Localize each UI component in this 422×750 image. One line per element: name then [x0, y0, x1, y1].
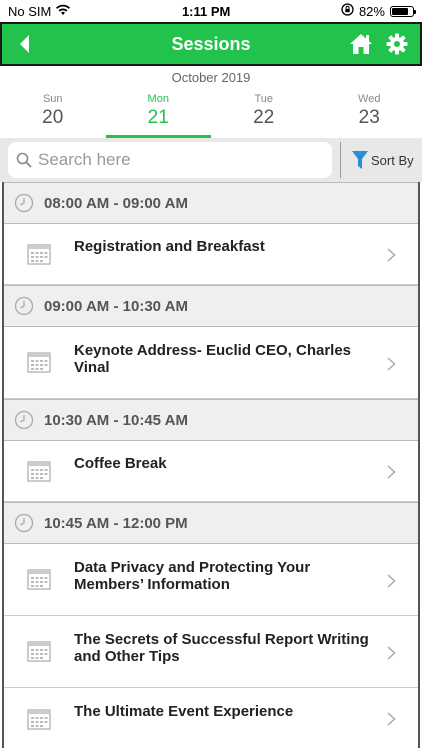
session-title: Keynote Address- Euclid CEO, Charles Vin…	[74, 342, 352, 376]
month-label: October 2019	[171, 70, 251, 85]
day-number: 22	[253, 107, 275, 128]
time-slot-label: 09:00 AM - 10:30 AM	[44, 297, 188, 315]
clock-icon	[14, 513, 34, 533]
calendar-icon	[27, 461, 51, 482]
day-name: Wed	[358, 93, 381, 105]
chevron-right-icon	[387, 248, 396, 262]
day-selector: Sun 20 Mon 21 Tue 22 Wed 23	[0, 90, 422, 138]
session-row[interactable]: Coffee Break	[4, 441, 418, 502]
chevron-right-icon	[387, 465, 396, 479]
calendar-icon-wrap	[4, 351, 74, 373]
clock-icon	[14, 410, 34, 430]
day-number: 20	[42, 107, 64, 128]
session-row[interactable]: The Secrets of Successful Report Writing…	[4, 616, 418, 688]
search-divider	[340, 142, 341, 178]
search-input[interactable]	[38, 150, 318, 170]
sort-by-label: Sort By	[371, 152, 414, 168]
session-title: Registration and Breakfast	[74, 238, 265, 255]
chevron-right-icon	[387, 646, 396, 660]
calendar-icon-wrap	[4, 243, 74, 265]
session-list-frame: 08:00 AM - 09:00 AM Registration and Bre…	[2, 182, 420, 748]
time-slot-header: 08:00 AM - 09:00 AM	[4, 182, 418, 224]
session-title: The Ultimate Event Experience	[74, 703, 294, 720]
battery-icon	[389, 5, 416, 17]
calendar-icon	[27, 244, 51, 265]
time-slot-label: 08:00 AM - 09:00 AM	[44, 194, 188, 212]
day-tue[interactable]: Tue 22	[211, 90, 317, 138]
back-arrow-icon	[20, 35, 29, 53]
filter-icon	[352, 151, 368, 169]
back-button[interactable]	[10, 30, 38, 58]
time-slot-header: 10:45 AM - 12:00 PM	[4, 502, 418, 544]
session-row[interactable]: Data Privacy and Protecting Your Members…	[4, 544, 418, 616]
clock-icon	[14, 193, 34, 213]
calendar-icon-wrap	[4, 460, 74, 482]
calendar-icon	[27, 352, 51, 373]
calendar-icon	[27, 641, 51, 662]
status-right: 82%	[341, 3, 416, 19]
session-title: Coffee Break	[74, 455, 167, 472]
battery-percent: 82%	[358, 3, 385, 19]
calendar-icon	[27, 709, 51, 730]
home-icon	[350, 34, 372, 54]
session-list: 08:00 AM - 09:00 AM Registration and Bre…	[0, 182, 422, 748]
day-sun[interactable]: Sun 20	[0, 90, 106, 138]
session-title: Data Privacy and Protecting Your Members…	[74, 559, 311, 593]
clock-icon	[14, 296, 34, 316]
day-name: Sun	[42, 93, 63, 105]
home-button[interactable]	[346, 30, 376, 58]
page-title: Sessions	[171, 33, 251, 54]
wifi-icon	[55, 4, 71, 19]
settings-button[interactable]	[382, 30, 412, 58]
search-bar: Sort By	[0, 138, 422, 182]
status-left: No SIM	[8, 4, 71, 19]
calendar-icon-wrap	[4, 640, 74, 662]
session-row[interactable]: Keynote Address- Euclid CEO, Charles Vin…	[4, 327, 418, 399]
day-name: Tue	[254, 93, 274, 105]
day-name: Mon	[147, 93, 169, 105]
carrier-label: No SIM	[8, 3, 52, 19]
time-slot-label: 10:30 AM - 10:45 AM	[44, 411, 188, 429]
day-mon[interactable]: Mon 21	[105, 90, 211, 138]
calendar-icon-wrap	[4, 708, 74, 730]
chevron-right-icon	[387, 574, 396, 588]
calendar-icon-wrap	[4, 568, 74, 590]
lock-rotation-icon	[341, 3, 354, 19]
day-wed[interactable]: Wed 23	[317, 90, 422, 138]
time-slot-label: 10:45 AM - 12:00 PM	[44, 514, 188, 532]
calendar-icon	[27, 569, 51, 590]
chevron-right-icon	[387, 357, 396, 371]
time-slot-header: 10:30 AM - 10:45 AM	[4, 399, 418, 441]
gear-icon	[386, 33, 408, 55]
session-row[interactable]: Registration and Breakfast	[4, 224, 418, 285]
status-time: 1:11 PM	[181, 3, 231, 19]
day-number: 23	[358, 107, 380, 128]
session-row[interactable]: The Ultimate Event Experience	[4, 688, 418, 748]
chevron-right-icon	[387, 712, 396, 726]
status-bar: No SIM 1:11 PM 82%	[0, 0, 422, 22]
search-box[interactable]	[8, 142, 332, 178]
time-slot-header: 09:00 AM - 10:30 AM	[4, 285, 418, 327]
session-title: The Secrets of Successful Report Writing…	[74, 631, 369, 665]
app-header: Sessions	[0, 22, 422, 66]
sort-by-button[interactable]: Sort By	[351, 150, 414, 170]
day-number: 21	[147, 107, 169, 128]
search-icon	[16, 152, 32, 168]
battery-fill	[391, 7, 409, 15]
